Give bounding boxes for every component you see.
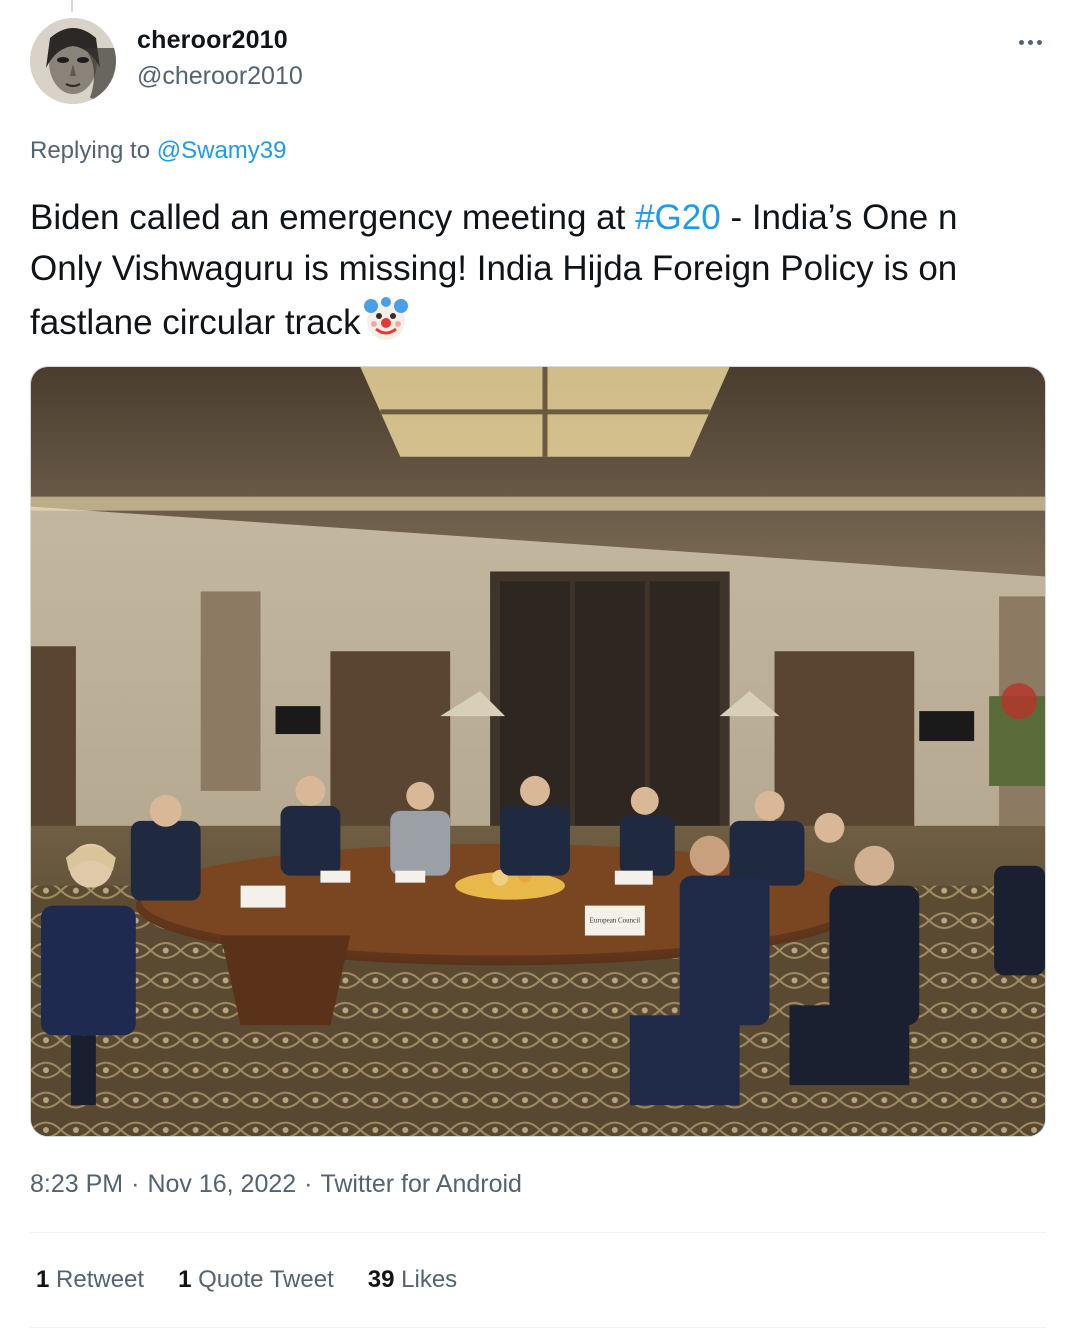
divider <box>30 1232 1046 1233</box>
likes-stat[interactable]: 39 Likes <box>368 1266 457 1294</box>
avatar-image <box>30 18 116 104</box>
retweets-stat[interactable]: 1 Retweet <box>36 1266 144 1294</box>
quote-tweets-label: Quote Tweet <box>198 1266 334 1293</box>
avatar[interactable] <box>30 18 116 104</box>
tweet-time-link[interactable]: 8:23 PM <box>30 1170 123 1198</box>
likes-count: 39 <box>367 1266 395 1293</box>
quote-tweets-count: 1 <box>178 1266 192 1293</box>
tweet-date-link[interactable]: Nov 16, 2022 <box>147 1170 296 1198</box>
thread-connector-line <box>71 0 73 12</box>
tweet-text-part1: Biden called an emergency meeting at <box>30 198 636 237</box>
tweet-source-link[interactable]: Twitter for Android <box>320 1170 521 1198</box>
retweets-count: 1 <box>36 1266 50 1293</box>
user-handle[interactable]: @cheroor2010 <box>137 62 303 91</box>
likes-label: Likes <box>401 1266 458 1293</box>
hashtag-link[interactable]: #G20 <box>635 198 721 237</box>
placard-european-council: European Council <box>590 917 641 925</box>
divider <box>30 1327 1046 1328</box>
meta-separator: · <box>131 1170 140 1198</box>
meta-separator: · <box>304 1170 313 1198</box>
retweets-label: Retweet <box>56 1266 145 1293</box>
tweet-meta: 8:23 PM · Nov 16, 2022 · Twitter for Android <box>30 1170 522 1199</box>
meeting-room-photo: European Council <box>31 367 1045 1136</box>
replying-prefix: Replying to <box>30 137 157 164</box>
more-dot-icon <box>1036 39 1042 45</box>
more-dot-icon <box>1018 39 1024 45</box>
more-dot-icon <box>1027 39 1033 45</box>
reply-mention-link[interactable]: @Swamy39 <box>157 137 287 164</box>
clown-face-icon <box>363 297 408 340</box>
tweet-photo[interactable]: European Council <box>30 366 1046 1137</box>
display-name[interactable]: cheroor2010 <box>137 26 288 55</box>
more-options-button[interactable] <box>1010 24 1050 60</box>
quote-tweets-stat[interactable]: 1 Quote Tweet <box>178 1266 334 1294</box>
engagement-stats: 1 Retweet 1 Quote Tweet 39 Likes <box>36 1266 457 1294</box>
tweet-text: Biden called an emergency meeting at #G2… <box>30 192 1030 348</box>
replying-to: Replying to @Swamy39 <box>30 137 287 165</box>
